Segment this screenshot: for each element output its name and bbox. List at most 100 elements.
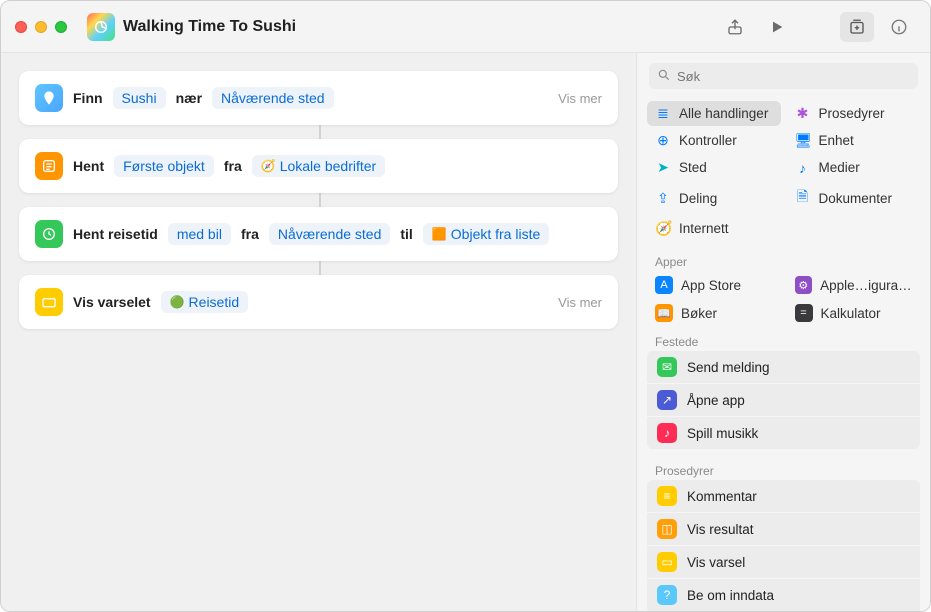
library-action-label: Send melding [687,360,770,375]
action-card[interactable]: FinnSushinærNåværende stedVis mer [19,71,618,125]
library-action-label: Be om inndata [687,588,774,603]
action-label: fra [224,158,242,174]
orange-action-icon [35,152,63,180]
action-card[interactable]: Hent Første objekt fra 🧭 Lokale bedrifter [19,139,618,193]
action-parameter-token[interactable]: Sushi [113,87,166,109]
section-apps-label: Apper [637,247,930,271]
app-label: Kalkulator [821,306,881,321]
green-action-icon [35,220,63,248]
category-label: Medier [819,160,860,175]
search-wrap [637,53,930,99]
content-area: FinnSushinærNåværende stedVis merHentFør… [1,53,930,611]
library-action-icon: ✉ [657,357,677,377]
app-item[interactable]: AApp Store [647,271,781,299]
action-parameter-token[interactable]: 🟧Objekt fra liste [423,223,549,245]
app-label: Apple…igurator [820,278,912,293]
workflow-canvas[interactable]: FinnSushinærNåværende stedVis merHentFør… [1,53,636,611]
category-label: Dokumenter [819,191,893,206]
library-action-item[interactable]: ◫Vis resultat [647,513,920,545]
close-window-button[interactable] [15,21,27,33]
action-parameter-token[interactable]: Nåværende sted [269,223,391,245]
category-icon: ♪ [795,160,811,176]
app-item[interactable]: ⚙ Apple…igurator [787,271,921,299]
maps-action-icon [35,84,63,112]
show-more-button[interactable]: Vis mer [558,91,602,106]
library-action-icon: ▭ [657,552,677,572]
action-library-sidebar: ≣ Alle handlinger ✱Prosedyrer⊕Kontroller🖥E… [636,53,930,611]
token-variable-icon: 🧭 [261,159,276,173]
action-parameter-token[interactable]: Første objekt [114,155,214,177]
action-parameter-token[interactable]: med bil [168,223,231,245]
action-parameter-token[interactable]: 🟢Reisetid [161,291,249,313]
library-action-label: Vis varsel [687,555,745,570]
library-action-label: Vis resultat [687,522,754,537]
search-input[interactable] [649,63,918,89]
category-item[interactable]: 🖥Enhet [787,128,921,153]
show-more-button[interactable]: Vis mer [558,295,602,310]
category-icon: ⊕ [655,132,671,149]
token-text: Lokale bedrifter [280,158,377,174]
app-label: App Store [681,278,741,293]
library-toggle-button[interactable] [840,12,874,42]
yellow-action-icon [35,288,63,316]
category-icon: ≣ [655,105,671,122]
category-item[interactable]: ⊕Kontroller [647,128,781,153]
library-action-icon: ↗ [657,390,677,410]
category-item[interactable]: 🧭Internett [647,216,781,241]
action-label: Hent [73,158,104,174]
library-action-icon: ≡ [657,486,677,506]
library-scroll[interactable]: Apper AApp Store ⚙ Apple…igurator 📖Bøker=Ka… [637,247,930,611]
section-pinned-label: Festede [637,327,930,351]
pinned-list: ✉ Send melding ↗ Åpne app ♪ Spill musikk [637,351,930,456]
zoom-window-button[interactable] [55,21,67,33]
library-action-icon: ? [657,585,677,605]
window-traffic-lights [15,21,67,33]
category-icon: 🧭 [655,220,671,237]
shortcut-title[interactable]: Walking Time To Sushi [123,18,296,36]
category-icon: ⇪ [655,190,671,207]
library-action-item[interactable]: ↗ Åpne app [647,384,920,416]
app-icon: ⚙ [795,276,813,294]
library-action-item[interactable]: ≡ Kommentar [647,480,920,512]
library-action-item[interactable]: ? Be om inndata [647,579,920,611]
token-text: Første objekt [123,158,205,174]
minimize-window-button[interactable] [35,21,47,33]
library-action-item[interactable]: ▭ Vis varsel [647,546,920,578]
action-card[interactable]: Vis varselet🟢ReisetidVis mer [19,275,618,329]
library-action-icon: ♪ [657,423,677,443]
category-label: Prosedyrer [819,106,885,121]
action-card[interactable]: Hent reisetidmed bilfraNåværende stedtil… [19,207,618,261]
library-action-label: Åpne app [687,393,745,408]
action-label: nær [176,90,202,106]
app-item[interactable]: =Kalkulator [787,299,921,327]
category-item[interactable]: 🗎 Dokumenter [787,182,921,214]
category-item[interactable]: ⇪Deling [647,182,781,214]
token-text: Nåværende sted [278,226,382,242]
library-action-item[interactable]: ✉ Send melding [647,351,920,383]
category-label: Alle handlinger [679,106,768,121]
category-grid: ≣ Alle handlinger ✱Prosedyrer⊕Kontroller🖥E… [637,99,930,247]
category-item[interactable]: ➤Sted [647,155,781,180]
app-item[interactable]: 📖Bøker [647,299,781,327]
search-icon [657,68,671,82]
category-icon: 🗎 [795,186,811,210]
procedures-list: ≡ Kommentar ◫Vis resultat ▭ Vis varsel? Be om… [637,480,930,611]
titlebar: Walking Time To Sushi [1,1,930,53]
action-label: fra [241,226,259,242]
run-button[interactable] [760,12,794,42]
token-variable-icon: 🟧 [432,227,447,241]
info-button[interactable] [882,12,916,42]
library-action-label: Kommentar [687,489,757,504]
shortcuts-editor-window: Walking Time To Sushi FinnSushinærNåvære… [0,0,931,612]
library-action-item[interactable]: ♪ Spill musikk [647,417,920,449]
category-item[interactable]: ♪ Medier [787,155,921,180]
library-action-label: Spill musikk [687,426,758,441]
share-button[interactable] [718,12,752,42]
category-item[interactable]: ✱Prosedyrer [787,101,921,126]
action-parameter-token[interactable]: 🧭 Lokale bedrifter [252,155,385,177]
token-text: Sushi [122,90,157,106]
app-icon: 📖 [655,304,673,322]
token-text: med bil [177,226,222,242]
category-item[interactable]: ≣ Alle handlinger [647,101,781,126]
action-parameter-token[interactable]: Nåværende sted [212,87,334,109]
